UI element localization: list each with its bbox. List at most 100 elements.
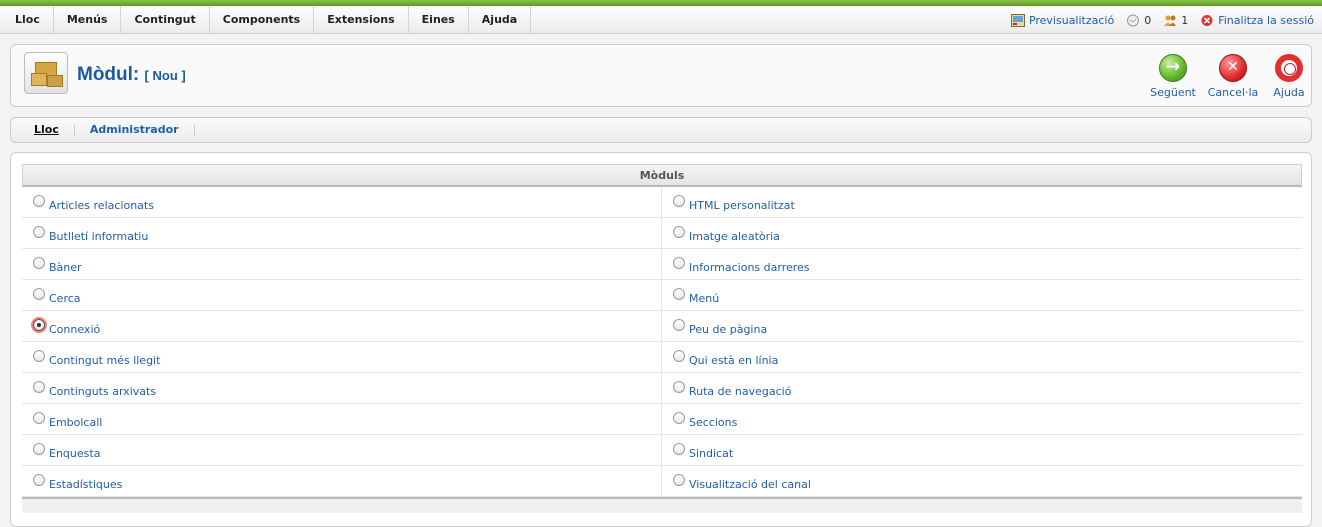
preview-link[interactable]: Previsualització [1010,13,1115,27]
radio-button[interactable] [33,257,45,269]
radio-button[interactable] [33,288,45,300]
module-option[interactable]: Peu de pàgina [662,311,1302,341]
messages-icon [1127,14,1140,26]
preview-label: Previsualització [1028,13,1115,27]
main-menu-bar: Lloc Menús Contingut Components Extensio… [0,6,1322,34]
module-option[interactable]: Imatge aleatòria [662,218,1302,248]
radio-button-checked[interactable] [33,319,45,331]
module-option[interactable]: Visualització del canal [662,466,1302,496]
radio-button[interactable] [673,350,685,362]
page-title: Mòdul: [ Nou ] [77,64,186,86]
radio-button[interactable] [33,474,45,486]
module-option-label: Seccions [689,416,738,429]
menu-ajuda[interactable]: Ajuda [469,6,532,34]
logout-icon [1201,14,1213,26]
table-row: Embolcall Seccions [22,404,1302,435]
table-row: Contingut més llegit Qui està en línia [22,342,1302,373]
lifebuoy-icon [1275,54,1303,82]
submenu-administrador[interactable]: Administrador [75,124,195,136]
module-option-label: Visualització del canal [689,478,811,491]
module-option[interactable]: Estadístiques [22,466,662,496]
module-option-label: Qui està en línia [689,354,779,367]
module-option[interactable]: Embolcall [22,404,662,434]
module-option[interactable]: Articles relacionats [22,187,662,217]
page-title-text: Mòdul: [77,64,140,85]
logout-link[interactable]: Finalitza la sessió [1200,14,1314,27]
module-option-label: Articles relacionats [49,199,154,212]
table-row: Bàner Informacions darreres [22,249,1302,280]
module-option[interactable]: Bàner [22,249,662,279]
next-button-label: Següent [1150,86,1196,99]
messages-status[interactable]: 0 [1126,14,1151,27]
module-option-label: Ruta de navegació [689,385,792,398]
submenu-bar: Lloc Administrador [10,117,1312,143]
menu-lloc[interactable]: Lloc [2,6,54,34]
radio-button[interactable] [33,381,45,393]
module-option[interactable]: Continguts arxivats [22,373,662,403]
module-option[interactable]: Contingut més llegit [22,342,662,372]
radio-button[interactable] [33,350,45,362]
module-option-label: Connexió [49,323,101,336]
module-option-label: Bàner [49,261,82,274]
module-option[interactable]: Butlletí informatiu [22,218,662,248]
module-option[interactable]: Ruta de navegació [662,373,1302,403]
radio-button[interactable] [33,412,45,424]
module-option[interactable]: HTML personalitzat [662,187,1302,217]
table-row: Continguts arxivats Ruta de navegació [22,373,1302,404]
module-option-label: Embolcall [49,416,103,429]
help-button[interactable]: Ajuda [1261,54,1317,99]
table-row: Estadístiques Visualització del canal [22,466,1302,497]
module-option[interactable]: Informacions darreres [662,249,1302,279]
radio-button[interactable] [673,412,685,424]
module-option[interactable]: Sindicat [662,435,1302,465]
page-title-subtitle: [ Nou ] [144,68,186,83]
table-row: Cerca Menú [22,280,1302,311]
radio-button[interactable] [673,288,685,300]
help-button-label: Ajuda [1273,86,1305,99]
module-option-label: Imatge aleatòria [689,230,780,243]
users-icon [1164,15,1177,26]
modules-table-heading: Mòduls [22,164,1302,187]
module-option[interactable]: Cerca [22,280,662,310]
radio-button[interactable] [673,226,685,238]
menu-extensions[interactable]: Extensions [314,6,409,34]
module-option-label: Estadístiques [49,478,123,491]
radio-button[interactable] [673,195,685,207]
radio-button[interactable] [673,319,685,331]
status-bar: Previsualització 0 1 Finalitza la sessió [1010,6,1314,34]
radio-button[interactable] [673,474,685,486]
module-option-label: Sindicat [689,447,734,460]
cancel-icon [1219,54,1247,82]
cancel-button[interactable]: Cancel·la [1205,54,1261,99]
main-panel: Mòduls Articles relacionats HTML persona… [10,152,1312,527]
radio-button[interactable] [33,226,45,238]
module-option-label: Enquesta [49,447,101,460]
module-option[interactable]: Seccions [662,404,1302,434]
radio-button[interactable] [673,381,685,393]
cancel-button-label: Cancel·la [1207,86,1259,99]
module-header-icon [24,52,68,94]
next-button[interactable]: Següent [1145,54,1201,99]
submenu-lloc[interactable]: Lloc [25,124,75,136]
menu-eines[interactable]: Eines [409,6,469,34]
menu-contingut[interactable]: Contingut [121,6,210,34]
radio-button[interactable] [33,443,45,455]
table-row: Connexió Peu de pàgina [22,311,1302,342]
module-option-label: Contingut més llegit [49,354,161,367]
module-option[interactable]: Enquesta [22,435,662,465]
module-option-label: HTML personalitzat [689,199,795,212]
module-option[interactable]: Menú [662,280,1302,310]
radio-button[interactable] [33,195,45,207]
radio-button[interactable] [673,443,685,455]
messages-count: 0 [1144,13,1152,27]
preview-icon [1010,13,1025,27]
users-status[interactable]: 1 [1163,14,1188,27]
module-option-label: Peu de pàgina [689,323,768,336]
logout-label: Finalitza la sessió [1218,13,1314,27]
modules-table-footer [22,497,1302,513]
menu-menus[interactable]: Menús [54,6,122,34]
radio-button[interactable] [673,257,685,269]
module-option-selected[interactable]: Connexió [22,311,662,341]
module-option[interactable]: Qui està en línia [662,342,1302,372]
menu-components[interactable]: Components [210,6,315,34]
